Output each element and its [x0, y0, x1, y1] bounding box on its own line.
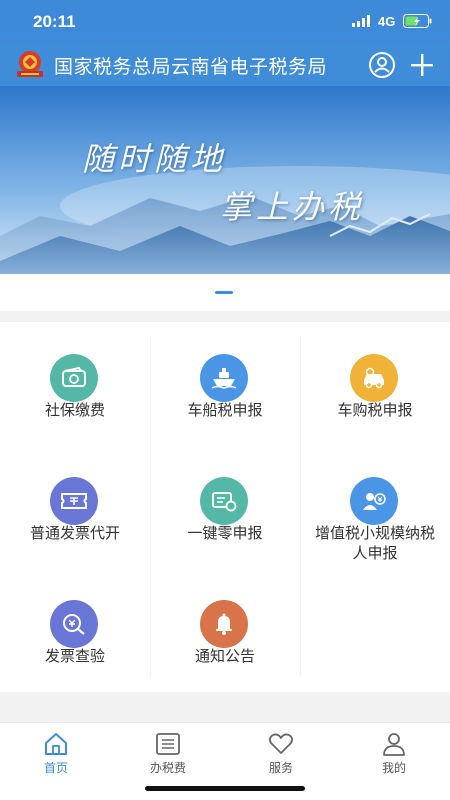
invoice-check-icon: [50, 600, 98, 648]
service-label: 一键零申报: [187, 524, 263, 542]
tab-label: 服务: [268, 761, 293, 775]
service-label: 车购税申报: [337, 401, 413, 419]
page-title: 国家税务总局云南省电子税务局: [54, 56, 328, 78]
service-label: 社保缴费: [44, 401, 105, 419]
network-type: 4G: [378, 14, 396, 29]
person-icon: [383, 733, 405, 756]
plus-icon[interactable]: [408, 51, 436, 79]
car-icon: [350, 354, 398, 402]
service-announcements[interactable]: 通知公告: [150, 568, 300, 691]
signal-icon: [352, 15, 370, 27]
service-zero-declaration[interactable]: 一键零申报: [150, 445, 300, 568]
battery-icon: [403, 14, 432, 28]
service-label: 增值税小规模纳税人申报: [315, 524, 436, 562]
tab-label: 首页: [43, 761, 68, 775]
banner-landscape-image: [0, 86, 450, 274]
service-vessel-tax[interactable]: 车船税申报: [150, 322, 300, 445]
wallet-icon: [50, 354, 98, 402]
service-label: 通知公告: [194, 647, 255, 665]
tab-label: 我的: [381, 761, 406, 775]
service-social-insurance[interactable]: 社保缴费: [0, 322, 150, 445]
service-grid: 社保缴费 车船税申报 车购税申报 普通发票代开 一键零申报 增值税小规模纳税人申…: [0, 322, 450, 692]
bell-icon: [200, 600, 248, 648]
pager-dot-active[interactable]: [215, 291, 233, 294]
tab-service[interactable]: 服务: [225, 731, 337, 776]
invoice-ticket-icon: [50, 477, 98, 525]
service-vat-small-scale[interactable]: 增值税小规模纳税人申报: [300, 445, 450, 568]
status-bar: 20:11 4G: [0, 0, 450, 44]
service-label: 车船税申报: [187, 401, 263, 419]
list-icon: [156, 733, 180, 755]
zero-declare-icon: [200, 477, 248, 525]
service-invoice-issuing[interactable]: 普通发票代开: [0, 445, 150, 568]
banner-slogan-line1: 随时随地: [82, 140, 227, 178]
tab-label: 办税费: [149, 761, 186, 775]
status-time: 20:11: [33, 12, 76, 31]
service-label: 发票查验: [44, 647, 105, 665]
ship-icon: [200, 354, 248, 402]
home-indicator: [145, 786, 305, 791]
service-vehicle-purchase-tax[interactable]: 车购税申报: [300, 322, 450, 445]
banner-pager: [0, 274, 450, 311]
home-icon: [45, 733, 67, 755]
app-header: 国家税务总局云南省电子税务局: [0, 44, 450, 86]
tab-home[interactable]: 首页: [0, 731, 112, 776]
user-circle-icon[interactable]: [368, 51, 396, 79]
service-invoice-check[interactable]: 发票查验: [0, 568, 150, 691]
tab-mine[interactable]: 我的: [338, 731, 450, 776]
heart-icon: [268, 733, 294, 754]
tab-tax-handling[interactable]: 办税费: [112, 731, 224, 776]
tax-emblem-logo: [17, 51, 43, 77]
taxpayer-icon: [350, 477, 398, 525]
banner-slogan-line2: 掌上办税: [220, 188, 365, 226]
service-label: 普通发票代开: [29, 524, 120, 542]
promo-banner[interactable]: 随时随地 掌上办税: [0, 86, 450, 274]
